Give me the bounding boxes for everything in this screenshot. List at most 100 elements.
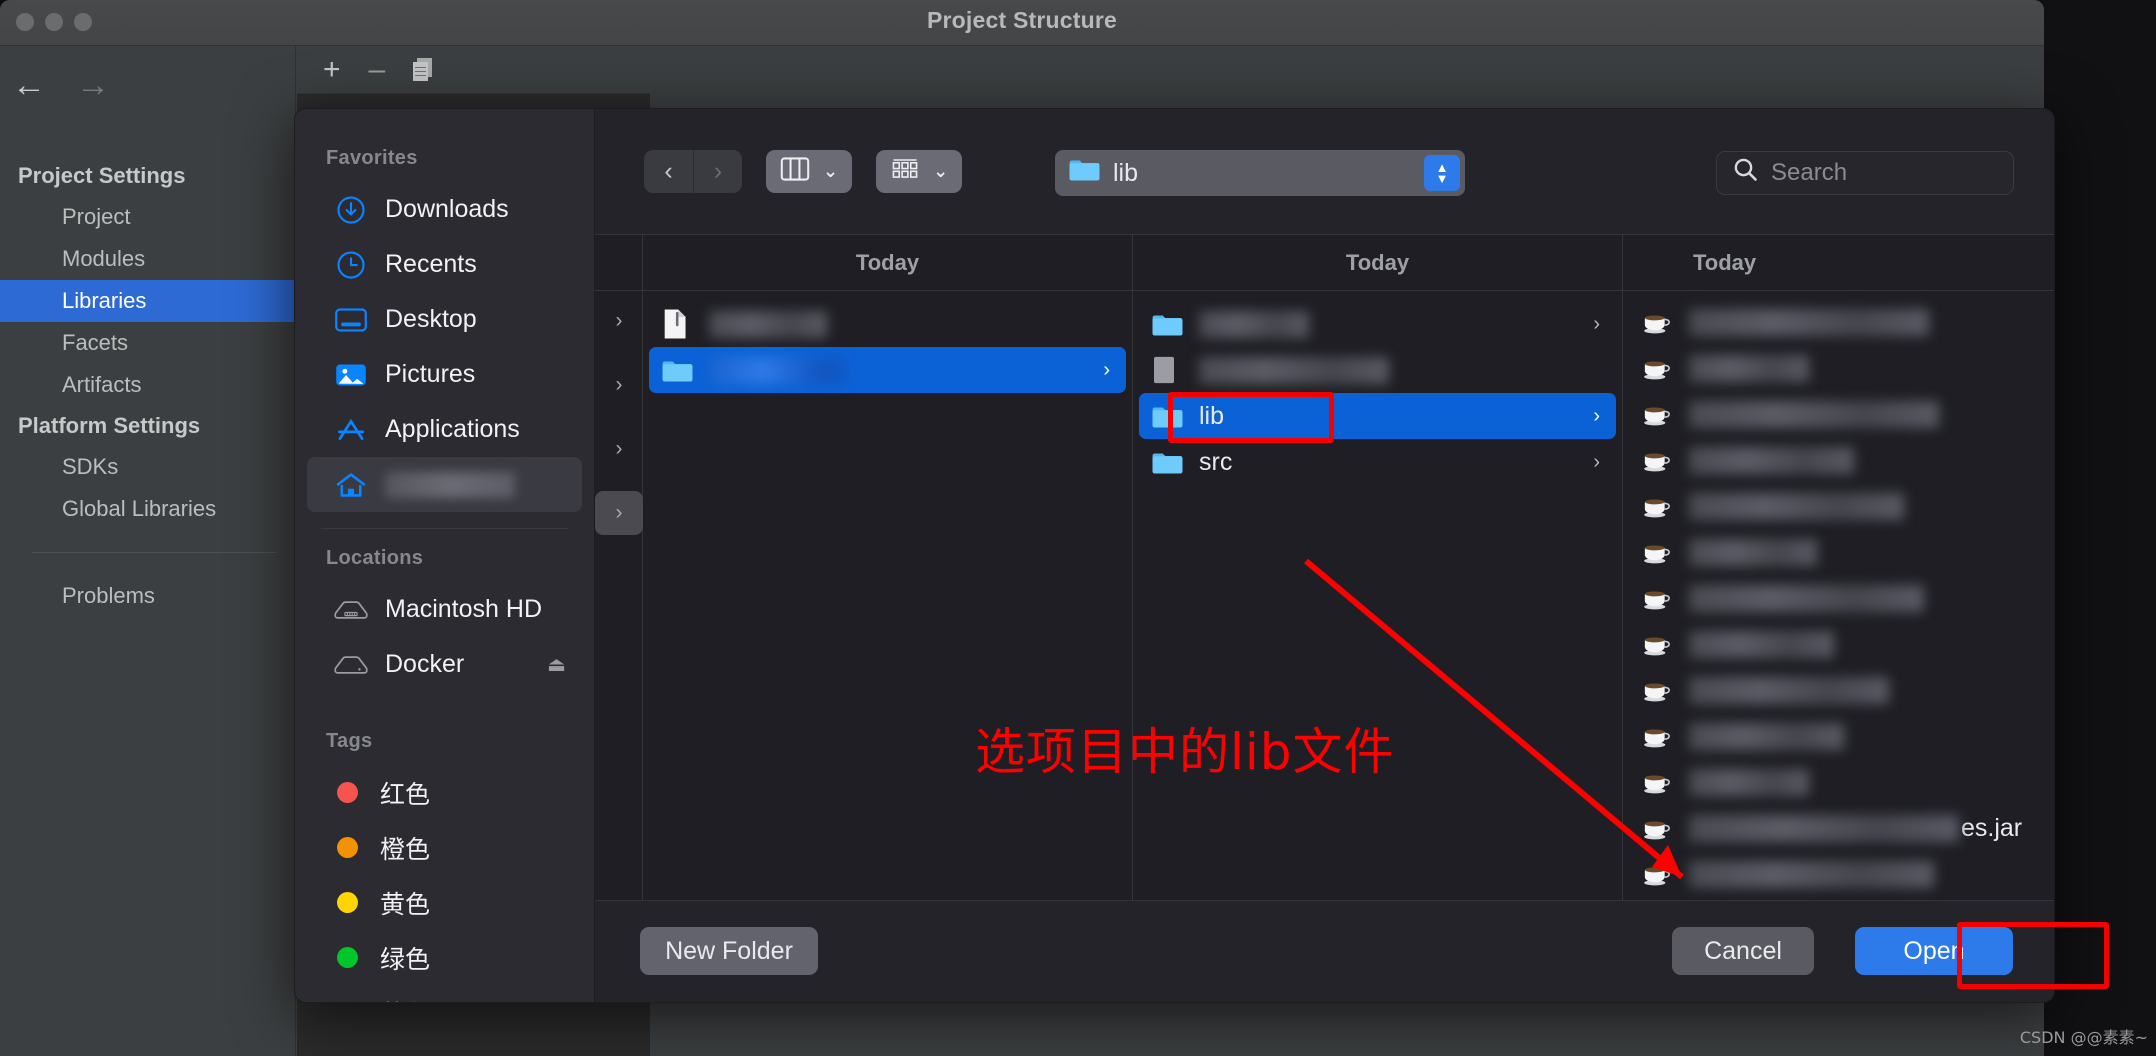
sidebar-item-macintosh-hd[interactable]: Macintosh HD (307, 582, 582, 637)
cancel-button[interactable]: Cancel (1672, 927, 1814, 975)
sidebar-item-pictures[interactable]: Pictures (307, 347, 582, 402)
dialog-footer: New Folder Cancel Open (595, 900, 2054, 1002)
sidebar-item-label: Desktop (385, 305, 477, 333)
tag-dot-red-icon (337, 782, 358, 803)
sidebar-item-label: Applications (385, 415, 520, 443)
sidebar-item-tag-green[interactable]: 绿色 (307, 930, 582, 985)
group-view-button[interactable]: ⌄ (876, 150, 963, 193)
sidebar-item-project[interactable]: Project (0, 196, 295, 238)
copy-icon[interactable] (413, 57, 433, 82)
stepper-updown-icon[interactable]: ▲ ▼ (1424, 155, 1460, 191)
tag-dot-orange-icon (337, 837, 358, 858)
chevron-right-icon[interactable]: › (693, 150, 742, 193)
nav-group-platform-settings: Platform Settings (18, 413, 201, 438)
jar-file-name-redacted (1689, 400, 1939, 428)
sidebar-item-problems[interactable]: Problems (0, 575, 295, 617)
sidebar-item-artifacts[interactable]: Artifacts (0, 364, 295, 406)
column-disclosure: · › › › › (595, 235, 643, 900)
disclosure-chevron-icon-active[interactable]: › (595, 491, 643, 535)
pictures-icon (331, 360, 371, 390)
sidebar-section-favorites: Favorites (326, 147, 418, 169)
sidebar-item-label: 绿色 (380, 945, 431, 974)
libraries-toolbar: + – (297, 46, 649, 94)
file-row[interactable]: › (1139, 301, 1616, 347)
file-row[interactable] (1139, 347, 1616, 393)
document-icon (661, 308, 699, 340)
jar-file-name-redacted (1689, 492, 1904, 520)
tag-dot-green-icon (337, 947, 358, 968)
column-header-today: Today (643, 235, 1132, 291)
new-folder-button[interactable]: New Folder (640, 927, 818, 975)
column-view-button[interactable]: ⌄ (766, 150, 853, 193)
jar-file-row[interactable] (1629, 345, 2048, 391)
sidebar-item-docker[interactable]: Docker ⏏ (307, 637, 582, 692)
search-field[interactable]: Search (1716, 151, 2014, 195)
file-row-selected[interactable]: › (649, 347, 1126, 393)
remove-icon[interactable]: – (369, 54, 386, 85)
sidebar-item-tag-yellow[interactable]: 黄色 (307, 875, 582, 930)
sidebar-item-label: 蓝色 (380, 995, 430, 1003)
sidebar-item-facets[interactable]: Facets (0, 322, 295, 364)
sidebar-item-global-libraries[interactable]: Global Libraries (0, 488, 295, 530)
jar-file-name-redacted (1689, 446, 1854, 474)
sidebar-item-tag-orange[interactable]: 橙色 (307, 820, 582, 875)
path-popup-value: lib (1113, 158, 1139, 187)
sidebar-item-home[interactable] (307, 457, 582, 512)
nav-history-controls[interactable]: ← → (12, 68, 110, 102)
sidebar-item-tag-red[interactable]: 红色 (307, 765, 582, 820)
sidebar-item-label-redacted (385, 471, 515, 498)
add-icon[interactable]: + (323, 54, 341, 85)
chevron-right-icon: › (1593, 312, 1600, 335)
annotation-highlight-lib (1168, 392, 1334, 443)
watermark: CSDN @@素素~ (2019, 1028, 2148, 1047)
sidebar-item-modules[interactable]: Modules (0, 238, 295, 280)
desktop-icon (331, 305, 371, 335)
home-icon (331, 470, 371, 500)
clock-icon (331, 250, 371, 280)
sidebar-item-recents[interactable]: Recents (307, 237, 582, 292)
disclosure-chevron-icon[interactable]: › (595, 363, 643, 407)
sidebar-item-tag-blue[interactable]: 蓝色 (307, 985, 582, 1003)
dialog-toolbar: ‹ › ⌄ ⌄ lib ▲ ▼ Search (595, 109, 2054, 234)
sidebar-divider (321, 528, 568, 529)
nav-group-project-settings: Project Settings (18, 163, 186, 188)
arrow-left-icon[interactable]: ← (12, 68, 46, 102)
window-titlebar: Project Structure (0, 0, 2044, 46)
sidebar-item-sdks[interactable]: SDKs (0, 446, 295, 488)
sidebar-item-label: 橙色 (380, 835, 431, 864)
jar-file-row[interactable] (1629, 391, 2048, 437)
chevron-left-icon[interactable]: ‹ (644, 150, 693, 193)
jar-icon (1641, 493, 1679, 519)
sidebar-item-downloads[interactable]: Downloads (307, 182, 582, 237)
jar-file-row[interactable] (1629, 483, 2048, 529)
annotation-highlight-open (1957, 922, 2109, 989)
file-name-redacted (709, 310, 827, 338)
eject-icon[interactable]: ⏏ (547, 652, 566, 677)
jar-file-row[interactable] (1629, 299, 2048, 345)
sidebar-item-label: Pictures (385, 360, 476, 388)
column-header-today: Today (1623, 235, 2054, 291)
disclosure-chevron-icon[interactable]: › (595, 299, 643, 343)
disclosure-chevron-icon[interactable]: › (595, 427, 643, 471)
nav-segmented-control[interactable]: ‹ › (644, 150, 742, 193)
group-view-icon (890, 157, 920, 186)
disk-icon (331, 650, 371, 680)
jar-file-name-redacted (1689, 584, 1924, 612)
arrow-right-icon[interactable]: → (76, 68, 110, 102)
file-row[interactable] (649, 301, 1126, 347)
sidebar-item-label: 红色 (380, 780, 431, 809)
jar-icon (1641, 309, 1679, 335)
path-popup-button[interactable]: lib ▲ ▼ (1055, 150, 1465, 196)
sidebar-item-libraries[interactable]: Libraries (0, 280, 295, 322)
column-1: Today › (643, 235, 1133, 900)
sidebar-item-label: Macintosh HD (385, 595, 542, 623)
sidebar-item-label: Downloads (385, 195, 509, 223)
file-row-src[interactable]: src › (1139, 439, 1616, 485)
sidebar-item-applications[interactable]: Applications (307, 402, 582, 457)
jar-file-row[interactable] (1629, 437, 2048, 483)
jar-file-name-redacted (1689, 860, 1934, 888)
column-view-icon (780, 157, 810, 186)
sidebar-item-desktop[interactable]: Desktop (307, 292, 582, 347)
open-file-dialog: Favorites Downloads Recents Desktop Pict… (294, 108, 2055, 1003)
search-icon (1733, 157, 1758, 189)
